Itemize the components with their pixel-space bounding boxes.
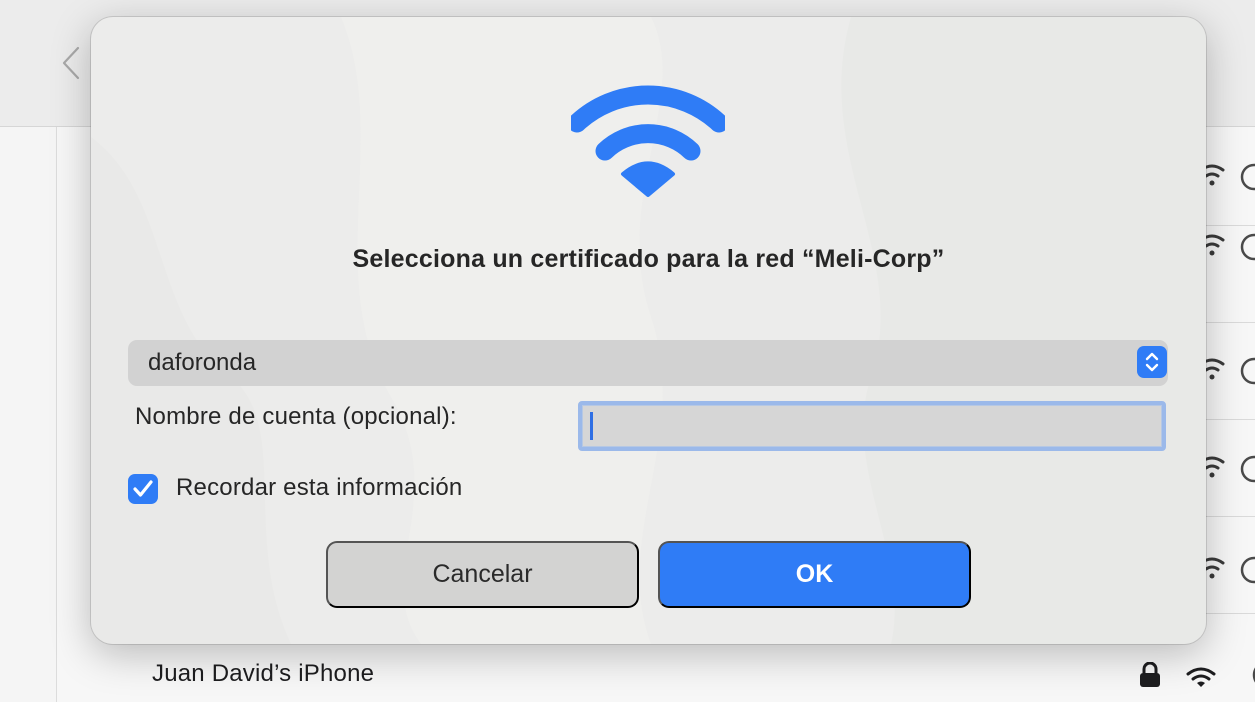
dialog-title: Selecciona un certificado para la red “M… <box>352 245 945 273</box>
lock-icon <box>1140 662 1160 687</box>
ok-button[interactable]: OK <box>658 541 971 608</box>
network-row[interactable] <box>1198 555 1255 585</box>
network-name: Juan David’s iPhone <box>152 660 375 687</box>
row-divider <box>1200 613 1255 614</box>
info-icon[interactable] <box>1240 163 1255 191</box>
info-icon[interactable] <box>1240 357 1255 385</box>
network-row-juan-davids-iphone[interactable]: Juan David’s iPhone <box>56 648 1255 702</box>
certificate-select-value: daforonda <box>148 349 257 376</box>
wifi-icon <box>1186 667 1216 687</box>
row-divider <box>1200 419 1255 420</box>
network-row[interactable] <box>1198 454 1255 484</box>
remember-checkbox[interactable] <box>128 474 158 504</box>
remember-label: Recordar esta información <box>176 474 463 501</box>
account-name-label: Nombre de cuenta (opcional): <box>135 403 457 430</box>
network-row[interactable] <box>1198 232 1255 262</box>
network-row[interactable] <box>1198 356 1255 386</box>
certificate-dialog: Selecciona un certificado para la red “M… <box>91 17 1206 644</box>
select-stepper-icon[interactable] <box>1137 346 1167 378</box>
info-icon[interactable] <box>1244 660 1255 690</box>
account-name-field[interactable] <box>578 401 1166 451</box>
chevron-up-down-icon <box>1145 352 1159 372</box>
wifi-icon <box>571 85 725 197</box>
info-icon[interactable] <box>1240 556 1255 584</box>
text-caret <box>590 412 593 440</box>
certificate-select[interactable]: daforonda <box>128 340 1168 386</box>
account-name-input[interactable] <box>582 405 1162 447</box>
row-divider <box>1200 516 1255 517</box>
row-divider <box>1200 322 1255 323</box>
info-icon[interactable] <box>1240 455 1255 483</box>
checkmark-icon <box>133 480 153 497</box>
row-divider <box>1200 225 1255 226</box>
cancel-button[interactable]: Cancelar <box>326 541 639 608</box>
network-row[interactable] <box>1198 162 1255 192</box>
chevron-left-icon[interactable] <box>62 46 80 80</box>
info-icon[interactable] <box>1240 233 1255 261</box>
